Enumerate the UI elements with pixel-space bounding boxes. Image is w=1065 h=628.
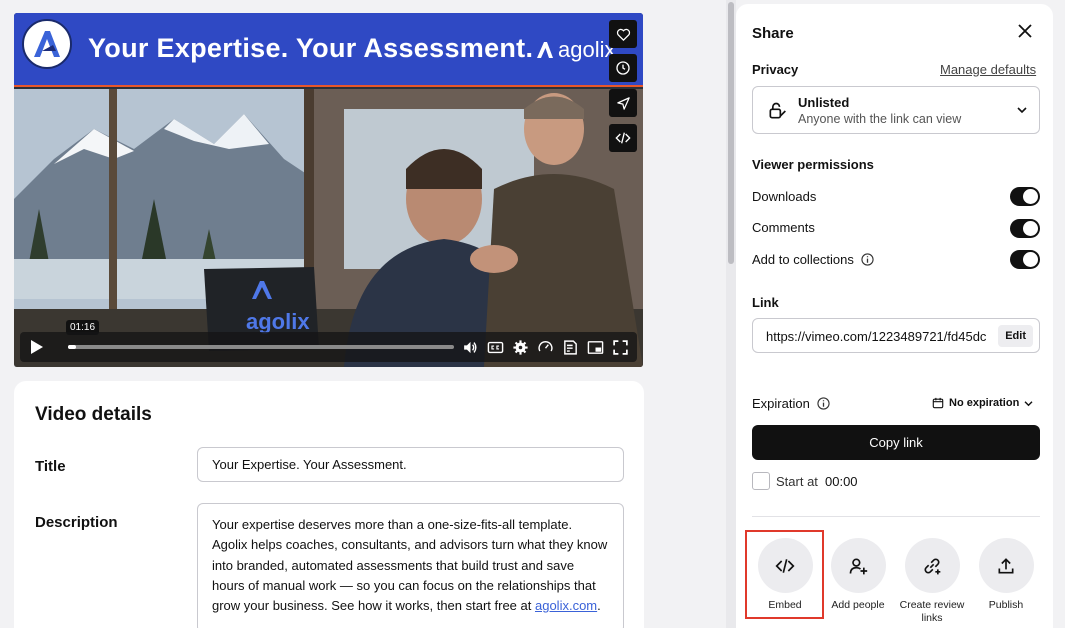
chevron-down-icon (1024, 400, 1033, 406)
comments-toggle[interactable] (1010, 219, 1040, 238)
video-player[interactable]: Your Expertise. Your Assessment. agolix (14, 13, 643, 367)
edit-link-button[interactable]: Edit (998, 325, 1033, 347)
publish-action-circle (978, 538, 1034, 593)
share-link-field[interactable]: https://vimeo.com/1223489721/fd45dc Edit (752, 318, 1040, 353)
info-icon[interactable] (817, 397, 830, 410)
section-divider (752, 516, 1040, 517)
collections-toggle[interactable] (1010, 250, 1040, 269)
send-icon (616, 96, 630, 110)
publish-action[interactable]: Publish (971, 538, 1041, 612)
publish-action-label: Publish (988, 599, 1024, 611)
agolix-logo (22, 19, 72, 69)
add-people-action-circle (830, 538, 886, 593)
create-review-links-action-label: Create review links (899, 599, 965, 624)
fullscreen-icon (613, 339, 628, 355)
captions-button[interactable] (487, 339, 504, 356)
volume-icon (464, 341, 477, 353)
transcript-button[interactable] (562, 339, 579, 356)
viewer-permissions-label: Viewer permissions (752, 157, 874, 172)
add-people-action[interactable]: Add people (823, 538, 893, 612)
link-label: Link (752, 295, 779, 310)
close-button[interactable] (1016, 22, 1034, 40)
embed-highlight-box (745, 530, 824, 619)
video-details-card: Video details Title Your Expertise. Your… (14, 381, 644, 628)
banner-brand-text: agolix (558, 37, 616, 62)
manage-defaults-link[interactable]: Manage defaults (940, 62, 1036, 77)
speed-button[interactable] (537, 339, 554, 356)
link-plus-icon (924, 557, 941, 574)
player-controls (20, 332, 637, 362)
progress-bar[interactable] (68, 345, 454, 349)
video-banner: Your Expertise. Your Assessment. agolix (14, 13, 643, 87)
like-button[interactable] (609, 20, 637, 48)
share-title: Share (752, 25, 794, 42)
transcript-icon (564, 339, 577, 355)
share-link-value: https://vimeo.com/1223489721/fd45dc (766, 329, 987, 344)
downloads-toggle[interactable] (1010, 187, 1040, 206)
settings-icon (513, 339, 528, 355)
banner-title: Your Expertise. Your Assessment. (88, 33, 534, 63)
captions-icon (487, 341, 504, 353)
chevron-down-icon (1017, 107, 1027, 114)
play-button[interactable] (20, 332, 54, 362)
permission-comments-label: Comments (752, 220, 815, 235)
progress-fill (68, 345, 76, 349)
add-person-icon (849, 558, 868, 574)
copy-link-button[interactable]: Copy link (752, 425, 1040, 460)
start-at-checkbox[interactable] (752, 472, 770, 490)
code-icon (615, 132, 631, 144)
privacy-label: Privacy (752, 62, 799, 77)
expiration-value: No expiration (949, 397, 1020, 409)
create-review-links-action[interactable]: Create review links (897, 538, 967, 624)
clock-icon (616, 61, 630, 75)
settings-button[interactable] (512, 339, 529, 356)
pip-icon (587, 340, 604, 354)
privacy-description: Anyone with the link can view (798, 112, 962, 126)
upload-icon (998, 557, 1014, 573)
title-input[interactable]: Your Expertise. Your Assessment. (197, 447, 624, 482)
add-people-action-label: Add people (831, 599, 885, 611)
title-label: Title (35, 458, 66, 475)
info-icon[interactable] (861, 253, 874, 266)
fullscreen-button[interactable] (612, 339, 629, 356)
description-link[interactable]: agolix.com (535, 598, 597, 613)
share-video-button[interactable] (609, 89, 637, 117)
agolix-mark-icon (537, 42, 553, 58)
pip-button[interactable] (587, 339, 604, 356)
permission-downloads-label: Downloads (752, 189, 817, 204)
watch-later-button[interactable] (609, 54, 637, 82)
description-end: . (597, 598, 601, 614)
screen-brand-text: agolix (246, 309, 310, 334)
description-label: Description (35, 514, 118, 531)
privacy-value: Unlisted (798, 95, 850, 110)
video-details-heading: Video details (35, 404, 152, 425)
expiration-dropdown[interactable]: No expiration (932, 397, 1033, 409)
speed-icon (538, 340, 553, 351)
embed-video-button[interactable] (609, 124, 637, 152)
volume-button[interactable] (462, 339, 479, 356)
play-icon (31, 340, 43, 354)
start-at-time[interactable]: 00:00 (825, 474, 858, 489)
create-review-links-action-circle (904, 538, 960, 593)
permission-collections-label: Add to collections (752, 252, 854, 267)
banner-brand: agolix (536, 37, 615, 63)
expiration-row: Expiration (752, 396, 830, 411)
scrollbar-thumb[interactable] (728, 2, 734, 264)
calendar-icon (932, 397, 944, 409)
video-frame: agolix (14, 89, 643, 367)
expiration-label: Expiration (752, 396, 810, 411)
close-icon (1018, 24, 1032, 38)
lock-link-icon (769, 102, 786, 119)
permission-collections-row: Add to collections (752, 252, 874, 267)
start-at-label: Start at (776, 474, 818, 489)
description-textarea[interactable]: Your expertise deserves more than a one-… (197, 503, 624, 628)
heart-icon (616, 28, 630, 41)
privacy-dropdown[interactable]: Unlisted Anyone with the link can view (752, 86, 1040, 134)
